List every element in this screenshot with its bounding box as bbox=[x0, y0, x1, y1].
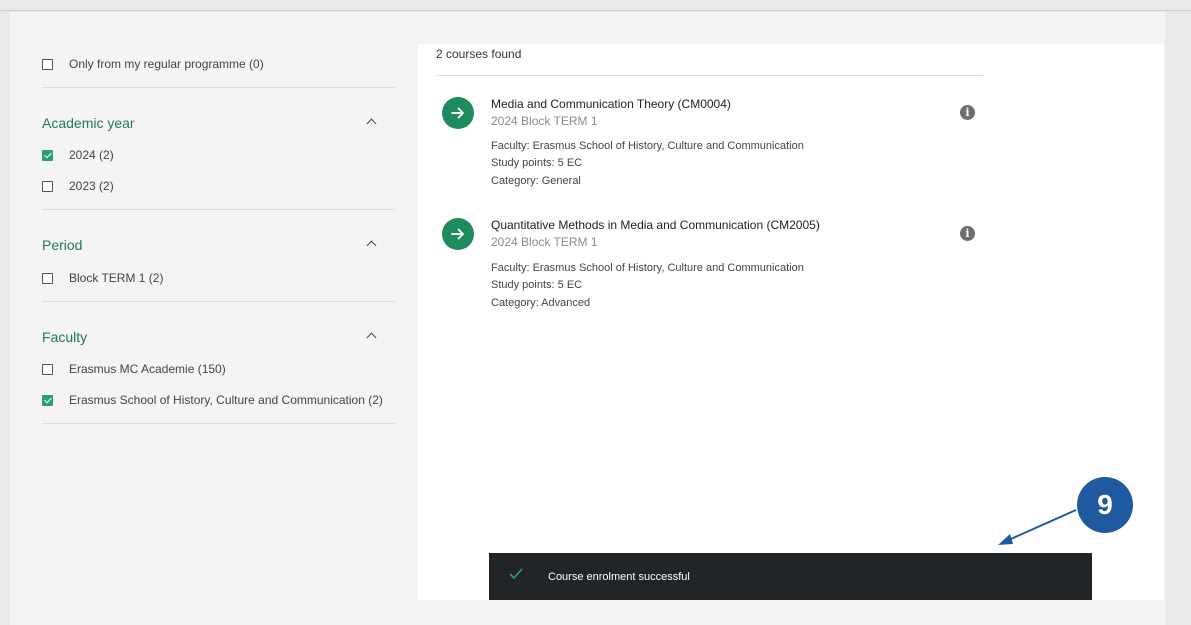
filter-option-2023[interactable]: 2023 (2) bbox=[42, 179, 114, 193]
divider bbox=[42, 423, 395, 424]
course-title[interactable]: Media and Communication Theory (CM0004) bbox=[491, 97, 731, 111]
course-period: 2024 Block TERM 1 bbox=[491, 235, 598, 249]
filter-option-erasmus-mc[interactable]: Erasmus MC Academie (150) bbox=[42, 362, 226, 376]
open-course-button[interactable] bbox=[442, 97, 474, 129]
divider bbox=[436, 75, 983, 76]
checkbox[interactable] bbox=[42, 58, 53, 70]
window-edge bbox=[1165, 12, 1191, 625]
filter-option-eshcc[interactable]: Erasmus School of History, Culture and C… bbox=[42, 393, 383, 407]
course-faculty: Faculty: Erasmus School of History, Cult… bbox=[491, 140, 804, 152]
info-icon[interactable]: i bbox=[960, 226, 975, 241]
filter-label: Block TERM 1 (2) bbox=[69, 271, 164, 285]
checkbox[interactable] bbox=[42, 363, 53, 375]
section-title-faculty: Faculty bbox=[42, 329, 88, 345]
results-count: 2 courses found bbox=[436, 47, 522, 61]
chevron-up-icon[interactable] bbox=[366, 332, 377, 343]
checkbox[interactable] bbox=[42, 180, 53, 192]
annotation-arrow-icon bbox=[998, 509, 1077, 545]
filter-label: Erasmus School of History, Culture and C… bbox=[69, 393, 383, 407]
course-category: Category: Advanced bbox=[491, 297, 591, 309]
top-border bbox=[0, 10, 1191, 11]
course-study-points: Study points: 5 EC bbox=[491, 157, 583, 169]
checkbox-checked[interactable] bbox=[42, 149, 53, 161]
filter-label: Erasmus MC Academie (150) bbox=[69, 362, 226, 376]
course-title[interactable]: Quantitative Methods in Media and Commun… bbox=[491, 218, 820, 232]
toast-notification: Course enrolment successful bbox=[489, 553, 1092, 600]
arrow-right-icon bbox=[451, 107, 464, 119]
check-icon bbox=[509, 568, 523, 580]
filter-sidebar: Only from my regular programme (0) Acade… bbox=[30, 44, 418, 600]
filter-label: Only from my regular programme (0) bbox=[69, 57, 264, 71]
filter-label: 2024 (2) bbox=[69, 148, 114, 162]
filter-option-block-term-1[interactable]: Block TERM 1 (2) bbox=[42, 271, 163, 285]
arrow-right-icon bbox=[451, 228, 464, 240]
section-title-period: Period bbox=[42, 237, 83, 253]
open-course-button[interactable] bbox=[442, 218, 474, 250]
chevron-up-icon[interactable] bbox=[366, 240, 377, 251]
divider bbox=[42, 209, 395, 210]
course-study-points: Study points: 5 EC bbox=[491, 279, 583, 291]
filter-regular-programme[interactable]: Only from my regular programme (0) bbox=[42, 57, 264, 71]
toast-message: Course enrolment successful bbox=[548, 571, 690, 583]
course-faculty: Faculty: Erasmus School of History, Cult… bbox=[491, 262, 804, 274]
divider bbox=[42, 301, 395, 302]
step-number-badge: 9 bbox=[1077, 477, 1133, 533]
course-period: 2024 Block TERM 1 bbox=[491, 114, 598, 128]
info-icon[interactable]: i bbox=[960, 105, 975, 120]
filter-label: 2023 (2) bbox=[69, 179, 114, 193]
section-title-academic-year: Academic year bbox=[42, 115, 135, 131]
chevron-up-icon[interactable] bbox=[366, 118, 377, 129]
checkbox[interactable] bbox=[42, 272, 53, 284]
course-item: Quantitative Methods in Media and Commun… bbox=[442, 212, 975, 322]
course-item: Media and Communication Theory (CM0004) … bbox=[442, 91, 975, 201]
filter-option-2024[interactable]: 2024 (2) bbox=[42, 148, 114, 162]
divider bbox=[42, 87, 395, 88]
course-category: Category: General bbox=[491, 175, 581, 187]
checkbox-checked[interactable] bbox=[42, 394, 53, 406]
